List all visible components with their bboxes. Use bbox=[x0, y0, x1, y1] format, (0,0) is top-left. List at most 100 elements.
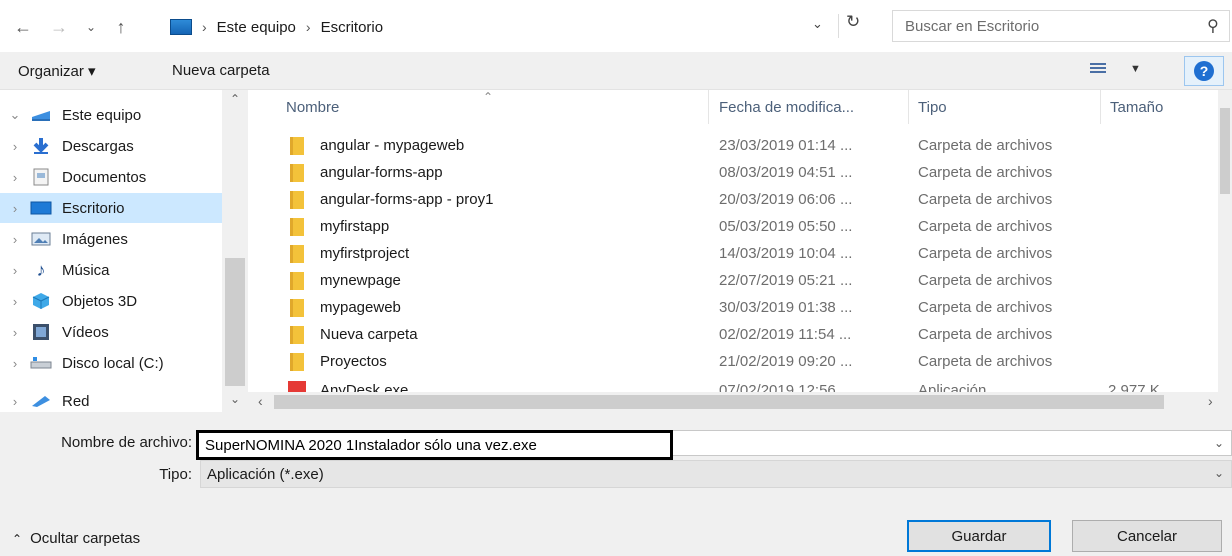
expand-chevron-icon[interactable]: › bbox=[0, 201, 30, 216]
drive-icon bbox=[30, 354, 52, 372]
navigation-scrollbar[interactable]: ⌃ ⌄ bbox=[222, 90, 248, 412]
column-divider[interactable] bbox=[708, 90, 709, 124]
filename-label: Nombre de archivo: bbox=[61, 434, 192, 451]
pictures-icon bbox=[30, 230, 52, 248]
scroll-left-icon[interactable]: ‹ bbox=[258, 393, 263, 409]
breadcrumb[interactable]: › Este equipo › Escritorio bbox=[170, 12, 880, 42]
column-header-size[interactable]: Tamaño bbox=[1110, 90, 1163, 124]
folder-icon bbox=[290, 137, 304, 155]
back-arrow-icon[interactable]: ← bbox=[10, 14, 36, 40]
music-icon: ♪ bbox=[36, 259, 46, 280]
scroll-thumb[interactable] bbox=[1220, 108, 1230, 194]
scroll-thumb[interactable] bbox=[274, 395, 1164, 409]
list-item[interactable]: mypageweb 30/03/2019 01:38 ... Carpeta d… bbox=[248, 295, 1218, 322]
navigation-pane: ⌄ Este equipo › Descargas › Documentos ›… bbox=[0, 90, 248, 412]
sidebar-item-imagenes[interactable]: › Imágenes bbox=[0, 224, 222, 254]
expand-chevron-icon[interactable]: › bbox=[0, 232, 30, 247]
network-icon bbox=[30, 392, 52, 410]
hide-folders-button[interactable]: ⌃ Ocultar carpetas bbox=[12, 530, 140, 547]
scroll-right-icon[interactable]: › bbox=[1208, 393, 1213, 409]
file-list-horizontal-scrollbar[interactable]: ‹ › bbox=[248, 392, 1232, 412]
list-item[interactable]: angular-forms-app - proy1 20/03/2019 06:… bbox=[248, 187, 1218, 214]
sort-ascending-icon: ⌃ bbox=[483, 90, 494, 104]
command-toolbar: Organizar ▾ Nueva carpeta ▼ ? bbox=[0, 52, 1232, 90]
folder-icon bbox=[290, 326, 304, 344]
column-divider[interactable] bbox=[908, 90, 909, 124]
view-dropdown-icon[interactable]: ▼ bbox=[1130, 63, 1141, 75]
video-icon bbox=[30, 323, 52, 341]
expand-chevron-icon[interactable]: › bbox=[0, 263, 30, 278]
help-icon: ? bbox=[1194, 61, 1214, 81]
file-list-vertical-scrollbar[interactable] bbox=[1218, 90, 1232, 392]
forward-arrow-icon[interactable]: → bbox=[46, 14, 72, 40]
list-item[interactable]: myfirstapp 05/03/2019 05:50 ... Carpeta … bbox=[248, 214, 1218, 241]
list-item[interactable]: AnyDesk.exe 07/02/2019 12:56 ... Aplicac… bbox=[248, 378, 1218, 392]
recent-locations-chevron-icon[interactable]: ⌄ bbox=[78, 14, 104, 40]
anydesk-app-icon bbox=[288, 381, 306, 392]
expand-chevron-icon[interactable]: › bbox=[0, 394, 30, 409]
sidebar-item-descargas[interactable]: › Descargas bbox=[0, 131, 222, 161]
filename-dropdown-icon[interactable]: ⌄ bbox=[1214, 436, 1224, 450]
help-button[interactable]: ? bbox=[1184, 56, 1224, 86]
folder-icon bbox=[290, 272, 304, 290]
address-divider bbox=[838, 14, 839, 38]
crumb-separator-icon[interactable]: › bbox=[306, 19, 311, 35]
chevron-up-icon: ⌃ bbox=[12, 531, 23, 546]
sidebar-item-objetos-3d[interactable]: › Objetos 3D bbox=[0, 286, 222, 316]
list-item[interactable]: angular - mypageweb 23/03/2019 01:14 ...… bbox=[248, 133, 1218, 160]
cancel-button[interactable]: Cancelar bbox=[1072, 520, 1222, 552]
sidebar-item-disco-local[interactable]: › Disco local (C:) bbox=[0, 348, 222, 378]
sidebar-item-documentos[interactable]: › Documentos bbox=[0, 162, 222, 192]
hide-folders-label: Ocultar carpetas bbox=[30, 530, 141, 547]
expand-chevron-icon[interactable]: › bbox=[0, 139, 30, 154]
expand-chevron-icon[interactable]: › bbox=[0, 294, 30, 309]
sidebar-item-videos[interactable]: › Vídeos bbox=[0, 317, 222, 347]
expand-chevron-icon[interactable]: › bbox=[0, 356, 30, 371]
expand-chevron-icon[interactable]: › bbox=[0, 325, 30, 340]
scroll-up-icon[interactable]: ⌃ bbox=[222, 92, 248, 106]
sidebar-item-musica[interactable]: › ♪ Música bbox=[0, 255, 222, 285]
scroll-down-icon[interactable]: ⌄ bbox=[222, 392, 248, 406]
type-dropdown-icon[interactable]: ⌄ bbox=[1214, 466, 1224, 480]
folder-icon bbox=[290, 218, 304, 236]
type-select[interactable]: Aplicación (*.exe) bbox=[200, 460, 1232, 488]
file-list: ⌃ Nombre Fecha de modifica... Tipo Tamañ… bbox=[248, 90, 1232, 412]
list-item[interactable]: Proyectos 21/02/2019 09:20 ... Carpeta d… bbox=[248, 349, 1218, 376]
save-button[interactable]: Guardar bbox=[907, 520, 1051, 552]
collapse-chevron-icon[interactable]: ⌄ bbox=[0, 107, 30, 123]
organize-button[interactable]: Organizar ▾ bbox=[18, 62, 96, 80]
folder-icon bbox=[290, 191, 304, 209]
desktop-location-icon bbox=[170, 19, 192, 35]
crumb-escritorio[interactable]: Escritorio bbox=[321, 19, 384, 36]
expand-chevron-icon[interactable]: › bbox=[0, 170, 30, 185]
filename-value[interactable]: SuperNOMINA 2020 1Instalador sólo una ve… bbox=[196, 430, 673, 460]
list-item[interactable]: angular-forms-app 08/03/2019 04:51 ... C… bbox=[248, 160, 1218, 187]
desktop-icon bbox=[30, 199, 52, 217]
folder-icon bbox=[290, 299, 304, 317]
column-header-type[interactable]: Tipo bbox=[918, 90, 947, 124]
column-header-name[interactable]: Nombre bbox=[286, 90, 339, 124]
crumb-separator-icon[interactable]: › bbox=[202, 19, 207, 35]
crumb-este-equipo[interactable]: Este equipo bbox=[217, 19, 296, 36]
up-arrow-icon[interactable]: ↑ bbox=[108, 14, 134, 40]
search-icon[interactable]: ⚲ bbox=[1207, 16, 1219, 36]
document-icon bbox=[30, 168, 52, 186]
column-divider[interactable] bbox=[1100, 90, 1101, 124]
list-item[interactable]: mynewpage 22/07/2019 05:21 ... Carpeta d… bbox=[248, 268, 1218, 295]
address-dropdown-icon[interactable]: ⌄ bbox=[812, 16, 823, 32]
list-item[interactable]: Nueva carpeta 02/02/2019 11:54 ... Carpe… bbox=[248, 322, 1218, 349]
type-label: Tipo: bbox=[159, 466, 192, 483]
new-folder-button[interactable]: Nueva carpeta bbox=[172, 62, 270, 79]
sidebar-item-este-equipo[interactable]: ⌄ Este equipo bbox=[0, 100, 222, 130]
refresh-icon[interactable]: ↻ bbox=[846, 12, 860, 32]
search-input[interactable]: Buscar en Escritorio ⚲ bbox=[892, 10, 1230, 42]
pc-icon bbox=[30, 106, 52, 124]
view-options-icon[interactable] bbox=[1090, 63, 1106, 77]
folder-icon bbox=[290, 353, 304, 371]
scroll-thumb[interactable] bbox=[225, 258, 245, 386]
column-header-date[interactable]: Fecha de modifica... bbox=[719, 90, 854, 124]
download-icon bbox=[30, 137, 52, 155]
list-item[interactable]: myfirstproject 14/03/2019 10:04 ... Carp… bbox=[248, 241, 1218, 268]
sidebar-item-escritorio[interactable]: › Escritorio bbox=[0, 193, 222, 223]
search-placeholder: Buscar en Escritorio bbox=[905, 17, 1040, 35]
